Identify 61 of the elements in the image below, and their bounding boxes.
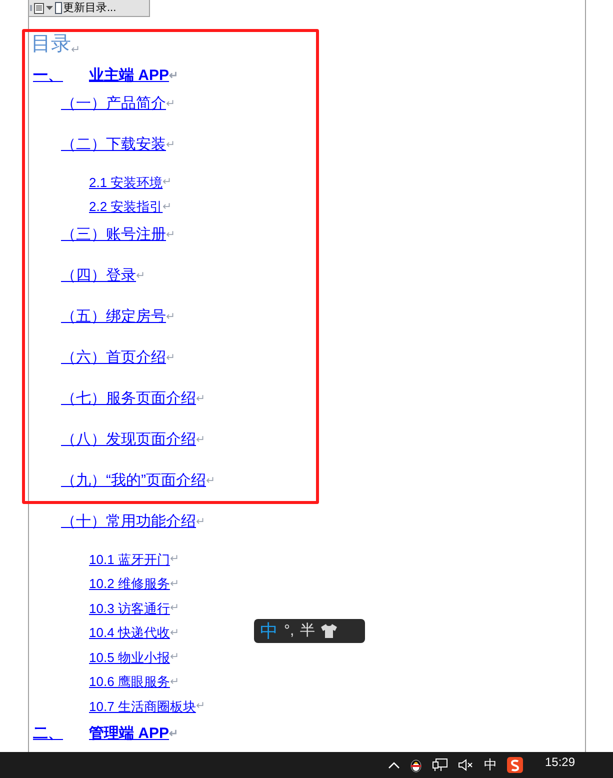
paragraph-mark: ↵: [136, 268, 145, 284]
paragraph-mark: ↵: [166, 138, 175, 153]
toc-heading: 目录: [31, 32, 71, 57]
paragraph-mark: ↵: [170, 601, 179, 616]
paragraph-mark: ↵: [170, 626, 179, 640]
chevron-up-icon[interactable]: [388, 762, 400, 768]
toc-entry[interactable]: 10.6 鹰眼服务: [89, 672, 170, 692]
toc-entry-number[interactable]: 二、: [33, 723, 89, 746]
toc-entry[interactable]: （八）发现页面介绍: [61, 428, 196, 452]
network-icon[interactable]: [432, 758, 448, 772]
toc-entry[interactable]: （七）服务页面介绍: [61, 388, 196, 410]
toc-entry[interactable]: （三）账号注册: [61, 224, 166, 246]
toc-entry[interactable]: （二）下载安装: [61, 134, 166, 156]
toc-entry[interactable]: 10.2 维修服务: [89, 574, 170, 594]
document-icon[interactable]: [34, 2, 44, 14]
punctuation-indicator[interactable]: °,: [284, 620, 294, 642]
toc-entry[interactable]: 10.1 蓝牙开门: [89, 550, 170, 569]
paragraph-mark: ↵: [166, 96, 175, 112]
toc-entry[interactable]: 10.4 快递代收: [89, 623, 170, 642]
paragraph-mark: ↵: [196, 699, 205, 714]
paragraph-mark: ↵: [166, 228, 175, 243]
paragraph-mark: ↵: [170, 552, 179, 567]
caret-icon[interactable]: [46, 6, 53, 10]
paragraph-mark: ↵: [196, 392, 205, 407]
paragraph-mark: ↵: [169, 68, 178, 84]
toc-entry[interactable]: 10.3 访客通行: [89, 598, 170, 618]
muted-speaker-icon[interactable]: [458, 759, 474, 771]
paragraph-mark: ↵: [170, 674, 179, 690]
paragraph-mark: ↵: [196, 514, 205, 530]
paragraph-mark: ↵: [166, 350, 175, 366]
paragraph-mark: ↵: [196, 432, 205, 448]
toc-entry[interactable]: 2.1 安装环境: [89, 172, 163, 192]
toc-entry[interactable]: （四）登录: [61, 264, 136, 288]
sogou-icon[interactable]: [506, 757, 523, 773]
paragraph-mark: ↵: [170, 576, 179, 592]
toc-entry[interactable]: 10.5 物业小报: [89, 648, 170, 667]
toc-entry-number[interactable]: 一、: [33, 64, 89, 88]
toc-entry[interactable]: 10.7 生活商圈板块: [89, 696, 196, 716]
input-language-indicator[interactable]: 中: [484, 755, 497, 775]
paragraph-mark: ↵: [170, 650, 179, 665]
toc-entry[interactable]: （一）产品简介: [61, 92, 166, 116]
toc-entry[interactable]: 管理端 APP: [89, 723, 170, 746]
update-toc-button[interactable]: 更新目录...: [55, 1, 116, 15]
toc-entry[interactable]: （十）常用功能介绍: [61, 510, 196, 534]
toc-entry[interactable]: （五）绑定房号: [61, 306, 166, 328]
paragraph-mark: ↵: [71, 42, 80, 58]
toc-entry[interactable]: 2.2 安装指引: [89, 197, 163, 216]
paragraph-mark: ↵: [162, 200, 172, 214]
clock-time[interactable]: 15:29: [544, 753, 575, 771]
toc-entry[interactable]: （九）“我的”页面介绍: [61, 470, 206, 492]
toc-entry[interactable]: 业主端 APP: [89, 64, 170, 88]
paragraph-mark: ↵: [162, 175, 172, 190]
shirt-icon[interactable]: [321, 624, 338, 638]
ime-toolbar[interactable]: 中 °, 半: [254, 619, 365, 643]
penguin-icon[interactable]: [410, 757, 422, 773]
paragraph-mark: ↵: [169, 727, 178, 742]
input-mode-indicator[interactable]: 中: [260, 621, 278, 641]
paragraph-mark: ↵: [166, 310, 175, 325]
paragraph-mark: ↵: [206, 474, 215, 489]
toc-entry[interactable]: （六）首页介绍: [61, 346, 166, 370]
width-indicator[interactable]: 半: [300, 620, 316, 642]
